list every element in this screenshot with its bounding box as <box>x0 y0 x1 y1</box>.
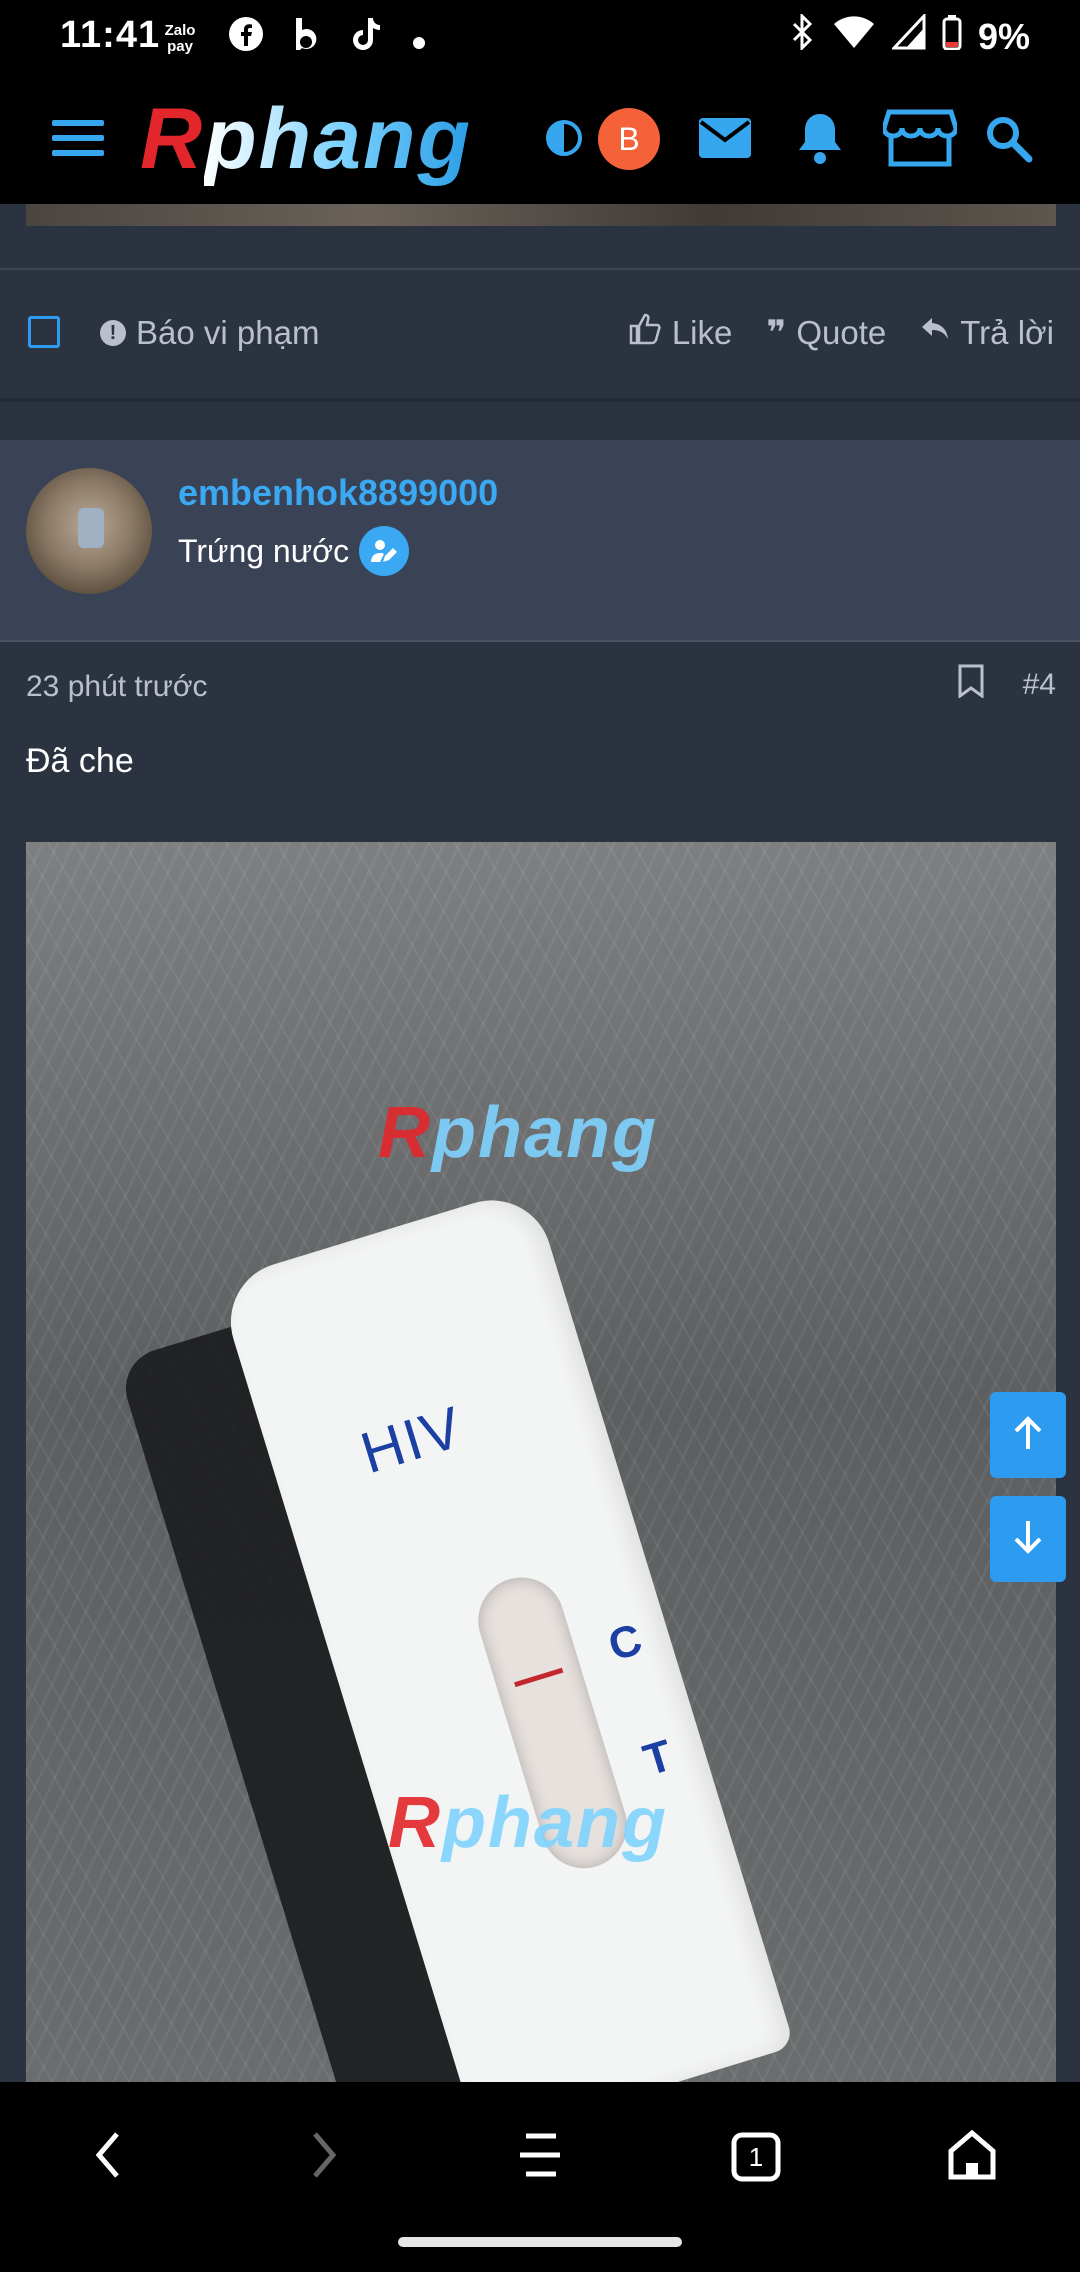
post-time[interactable]: 23 phút trước <box>26 670 208 704</box>
dot-icon <box>412 19 426 59</box>
reply-label: Trả lời <box>960 314 1054 351</box>
menu-icon[interactable] <box>52 120 104 156</box>
search-icon[interactable] <box>980 102 1036 174</box>
report-label: Báo vi phạm <box>136 314 320 351</box>
bookmark-icon[interactable] <box>957 664 985 706</box>
quote-button[interactable]: ❞ Quote <box>766 313 886 353</box>
status-app-icons: Zalo pay <box>160 16 426 61</box>
menu-lines-icon <box>518 2132 562 2183</box>
browser-bottom-nav: 1 <box>0 2082 1080 2272</box>
quote-icon: ❞ <box>766 314 787 352</box>
alert-icon: ! <box>100 320 126 346</box>
post-image[interactable]: HIV C T Rphang Rphang <box>26 842 1056 2082</box>
author-username[interactable]: embenhok8899000 <box>178 472 498 514</box>
battery-icon <box>942 14 962 59</box>
status-right: 9% <box>790 12 1030 59</box>
site-logo[interactable]: Rphang <box>140 94 472 184</box>
home-icon <box>946 2129 998 2186</box>
tabs-button[interactable]: 1 <box>716 2122 796 2192</box>
previous-post-image-edge <box>26 204 1056 226</box>
tabs-count: 1 <box>748 2141 764 2172</box>
b-icon <box>292 16 322 61</box>
status-time: 11:41 <box>60 14 161 56</box>
post-message: Đã che <box>26 742 134 780</box>
post-actions: Like ❞ Quote Trả lời <box>628 312 1054 354</box>
chevron-right-icon <box>309 2130 339 2185</box>
test-t-label: T <box>637 1730 678 1786</box>
back-button[interactable] <box>68 2122 148 2192</box>
forward-button[interactable] <box>284 2122 364 2192</box>
wifi-icon <box>832 14 876 59</box>
select-checkbox[interactable] <box>28 316 60 348</box>
bluetooth-icon <box>790 12 816 59</box>
menu-button[interactable] <box>500 2122 580 2192</box>
like-label: Like <box>671 314 733 351</box>
quote-label: Quote <box>796 314 887 351</box>
zalopay-icon: Zalo pay <box>164 21 196 55</box>
theme-toggle-icon[interactable] <box>544 102 584 174</box>
user-edit-icon <box>359 526 410 576</box>
battery-percent: 9% <box>977 15 1030 57</box>
post-author-card: embenhok8899000 Trứng nước <box>0 440 1080 642</box>
previous-post-actions: ! Báo vi phạm Like ❞ Quote Trả lời <box>0 270 1080 398</box>
test-brand-label: HIV <box>353 1393 471 1487</box>
tiktok-icon <box>350 16 384 61</box>
status-bar: 11:41 Zalo pay 9% <box>0 0 1080 72</box>
arrow-down-icon <box>1008 1517 1048 1562</box>
scroll-bottom-button[interactable] <box>990 1496 1066 1582</box>
bell-icon[interactable] <box>790 102 850 174</box>
author-avatar[interactable] <box>26 468 152 594</box>
thumbs-up-icon <box>628 312 662 354</box>
watermark-logo: Rphang <box>388 1783 668 1863</box>
author-rank: Trứng nước <box>178 526 410 576</box>
facebook-icon <box>228 16 264 61</box>
like-button[interactable]: Like <box>628 312 733 354</box>
chevron-left-icon <box>93 2130 123 2185</box>
site-header: Rphang B <box>0 72 1080 204</box>
test-c-label: C <box>602 1614 648 1671</box>
scroll-top-button[interactable] <box>990 1392 1066 1478</box>
author-rank-label: Trứng nước <box>178 532 350 569</box>
divider <box>0 398 1080 402</box>
arrow-up-icon <box>1008 1413 1048 1458</box>
store-icon[interactable] <box>880 102 960 174</box>
home-button[interactable] <box>932 2122 1012 2192</box>
user-avatar[interactable]: B <box>598 108 660 170</box>
reply-button[interactable]: Trả lời <box>920 314 1054 352</box>
mail-icon[interactable] <box>692 102 758 174</box>
post-number[interactable]: #4 <box>1023 668 1056 702</box>
post-meta-right: #4 <box>957 664 1056 706</box>
reply-icon <box>920 314 950 352</box>
top-bar: 11:41 Zalo pay 9% Rphang B <box>0 0 1080 204</box>
gesture-bar[interactable] <box>398 2237 682 2247</box>
signal-icon <box>890 12 926 59</box>
report-button[interactable]: ! Báo vi phạm <box>100 314 319 352</box>
watermark-logo: Rphang <box>378 1093 658 1173</box>
